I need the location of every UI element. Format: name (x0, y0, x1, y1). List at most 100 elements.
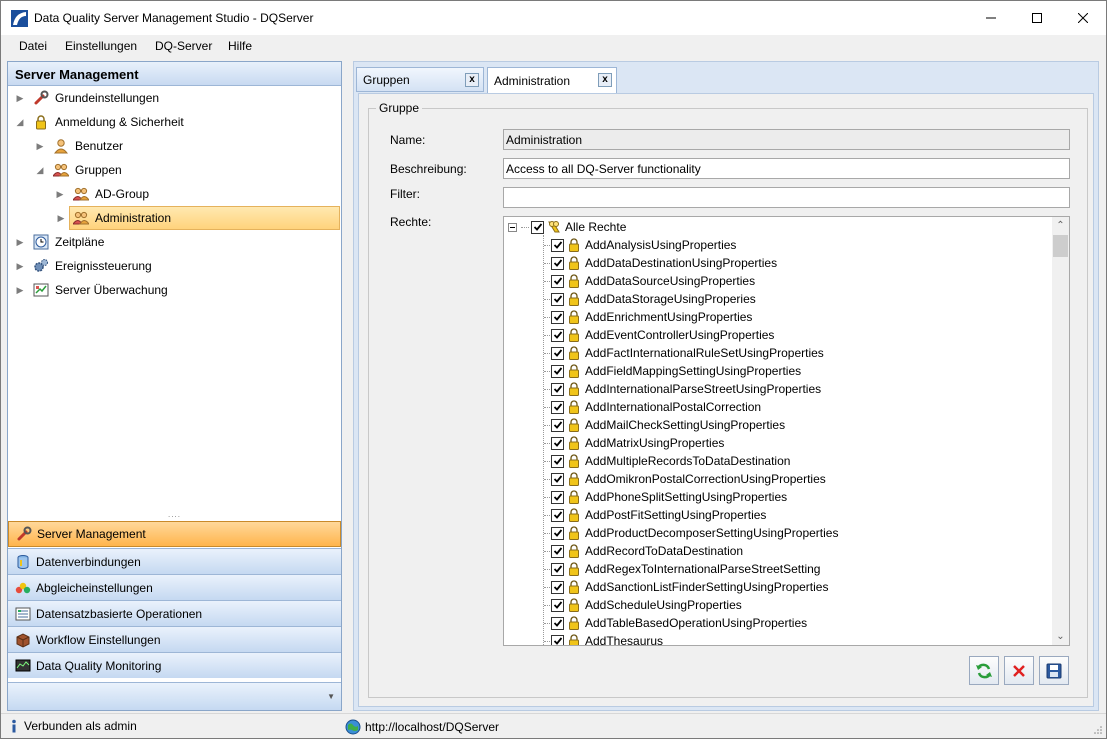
checkbox-checked-icon[interactable] (551, 328, 564, 342)
rights-item[interactable]: AddThesaurus (551, 632, 663, 645)
tab-close-button[interactable]: x (598, 73, 612, 87)
name-field[interactable]: Administration (503, 129, 1070, 150)
rights-item[interactable]: AddDataDestinationUsingProperties (551, 254, 777, 272)
checkbox-checked-icon[interactable] (551, 238, 564, 252)
rights-item[interactable]: AddTableBasedOperationUsingProperties (551, 614, 807, 632)
checkbox-checked-icon[interactable] (551, 292, 564, 306)
expand-arrow-icon[interactable]: ▶ (55, 189, 65, 199)
checkbox-checked-icon[interactable] (551, 436, 564, 450)
rights-item[interactable]: AddEnrichmentUsingProperties (551, 308, 752, 326)
filter-input[interactable] (503, 187, 1070, 208)
tree-item-grundeinstellungen[interactable]: ▶ Grundeinstellungen (15, 87, 159, 109)
tree-item-benutzer[interactable]: ▶ Benutzer (35, 135, 123, 157)
checkbox-checked-icon[interactable] (551, 454, 564, 468)
scroll-down-icon[interactable]: ⌄ (1052, 628, 1069, 645)
rights-item[interactable]: AddFactInternationalRuleSetUsingProperti… (551, 344, 824, 362)
save-button[interactable] (1039, 656, 1069, 685)
checkbox-checked-icon[interactable] (551, 562, 564, 576)
nav-data-quality-monitoring[interactable]: Data Quality Monitoring (8, 652, 341, 678)
rights-root-row[interactable]: Alle Rechte (508, 218, 626, 236)
expand-arrow-icon[interactable]: ▶ (15, 285, 25, 295)
rights-item[interactable]: AddMultipleRecordsToDataDestination (551, 452, 790, 470)
rights-item[interactable]: AddAnalysisUsingProperties (551, 236, 736, 254)
checkbox-checked-icon[interactable] (551, 472, 564, 486)
panel-splitter[interactable]: .... (8, 511, 341, 520)
menu-einstellungen[interactable]: Einstellungen (65, 39, 137, 53)
menu-hilfe[interactable]: Hilfe (228, 39, 252, 53)
rights-item[interactable]: AddScheduleUsingProperties (551, 596, 742, 614)
nav-overflow-bar[interactable]: ▼ (8, 682, 341, 710)
collapse-icon[interactable] (508, 222, 517, 232)
description-field[interactable]: Access to all DQ-Server functionality (503, 158, 1070, 179)
expand-arrow-icon[interactable]: ▶ (15, 93, 25, 103)
rights-tree[interactable]: Alle Rechte AddAnalysisUsingProperties Ad… (503, 216, 1070, 646)
rights-item[interactable]: AddEventControllerUsingProperties (551, 326, 774, 344)
chevron-down-icon[interactable]: ▼ (327, 692, 335, 701)
tree-item-ad-group[interactable]: ▶ AD-Group (55, 183, 150, 205)
tab-administration[interactable]: Administration x (487, 67, 617, 94)
rights-item[interactable]: AddMailCheckSettingUsingProperties (551, 416, 785, 434)
scroll-up-icon[interactable]: ⌃ (1052, 217, 1069, 234)
tree-item-administration[interactable]: ▶ Administration (58, 206, 340, 230)
checkbox-checked-icon[interactable] (551, 274, 564, 288)
checkbox-checked-icon[interactable] (531, 220, 544, 234)
checkbox-checked-icon[interactable] (551, 256, 564, 270)
rights-item[interactable]: AddPhoneSplitSettingUsingProperties (551, 488, 787, 506)
resize-grip-icon[interactable] (1093, 725, 1103, 735)
checkbox-checked-icon[interactable] (551, 310, 564, 324)
checkbox-checked-icon[interactable] (551, 346, 564, 360)
tree-item-server-ueberwachung[interactable]: ▶ Server Überwachung (15, 279, 168, 301)
collapse-arrow-icon[interactable]: ◢ (15, 117, 25, 127)
rights-item[interactable]: AddFieldMappingSettingUsingProperties (551, 362, 801, 380)
refresh-button[interactable] (969, 656, 999, 685)
nav-datensatzbasierte-operationen[interactable]: Datensatzbasierte Operationen (8, 600, 341, 626)
tree-item-gruppen[interactable]: ◢ Gruppen (35, 159, 122, 181)
rights-scrollbar[interactable]: ⌃ ⌄ (1052, 217, 1069, 645)
tree-item-anmeldung-sicherheit[interactable]: ◢ Anmeldung & Sicherheit (15, 111, 184, 133)
rights-item[interactable]: AddRecordToDataDestination (551, 542, 743, 560)
checkbox-checked-icon[interactable] (551, 634, 564, 645)
checkbox-checked-icon[interactable] (551, 526, 564, 540)
checkbox-checked-icon[interactable] (551, 580, 564, 594)
maximize-button[interactable] (1014, 1, 1060, 35)
rights-item[interactable]: AddProductDecomposerSettingUsingProperti… (551, 524, 838, 542)
rights-item[interactable]: AddDataStorageUsingProperies (551, 290, 756, 308)
checkbox-checked-icon[interactable] (551, 382, 564, 396)
tab-gruppen[interactable]: Gruppen x (356, 67, 484, 92)
nav-abgleicheinstellungen[interactable]: Abgleicheinstellungen (8, 574, 341, 600)
rights-item[interactable]: AddPostFitSettingUsingProperties (551, 506, 766, 524)
checkbox-checked-icon[interactable] (551, 400, 564, 414)
rights-item[interactable]: AddRegexToInternationalParseStreetSettin… (551, 560, 820, 578)
rights-item[interactable]: AddDataSourceUsingProperties (551, 272, 755, 290)
checkbox-checked-icon[interactable] (551, 418, 564, 432)
rights-item-label: AddOmikronPostalCorrectionUsingPropertie… (585, 472, 826, 486)
tree-item-ereignissteuerung[interactable]: ▶ Ereignissteuerung (15, 255, 152, 277)
checkbox-checked-icon[interactable] (551, 598, 564, 612)
checkbox-checked-icon[interactable] (551, 544, 564, 558)
expand-arrow-icon[interactable]: ▶ (56, 213, 66, 223)
tab-close-button[interactable]: x (465, 73, 479, 87)
checkbox-checked-icon[interactable] (551, 616, 564, 630)
collapse-arrow-icon[interactable]: ◢ (35, 165, 45, 175)
tree-item-zeitplaene[interactable]: ▶ Zeitpläne (15, 231, 104, 253)
menu-datei[interactable]: Datei (19, 39, 47, 53)
menu-dq-server[interactable]: DQ-Server (155, 39, 212, 53)
nav-server-management[interactable]: Server Management (8, 521, 341, 547)
rights-item[interactable]: AddSanctionListFinderSettingUsingPropert… (551, 578, 828, 596)
scroll-thumb[interactable] (1053, 235, 1068, 257)
rights-item[interactable]: AddInternationalPostalCorrection (551, 398, 761, 416)
rights-item[interactable]: AddMatrixUsingProperties (551, 434, 724, 452)
expand-arrow-icon[interactable]: ▶ (15, 261, 25, 271)
checkbox-checked-icon[interactable] (551, 490, 564, 504)
rights-item[interactable]: AddInternationalParseStreetUsingProperti… (551, 380, 821, 398)
close-window-button[interactable] (1060, 1, 1106, 35)
checkbox-checked-icon[interactable] (551, 508, 564, 522)
cancel-button[interactable] (1004, 656, 1034, 685)
rights-item[interactable]: AddOmikronPostalCorrectionUsingPropertie… (551, 470, 826, 488)
expand-arrow-icon[interactable]: ▶ (35, 141, 45, 151)
expand-arrow-icon[interactable]: ▶ (15, 237, 25, 247)
nav-datenverbindungen[interactable]: Datenverbindungen (8, 548, 341, 574)
nav-workflow-einstellungen[interactable]: Workflow Einstellungen (8, 626, 341, 652)
checkbox-checked-icon[interactable] (551, 364, 564, 378)
minimize-button[interactable] (968, 1, 1014, 35)
